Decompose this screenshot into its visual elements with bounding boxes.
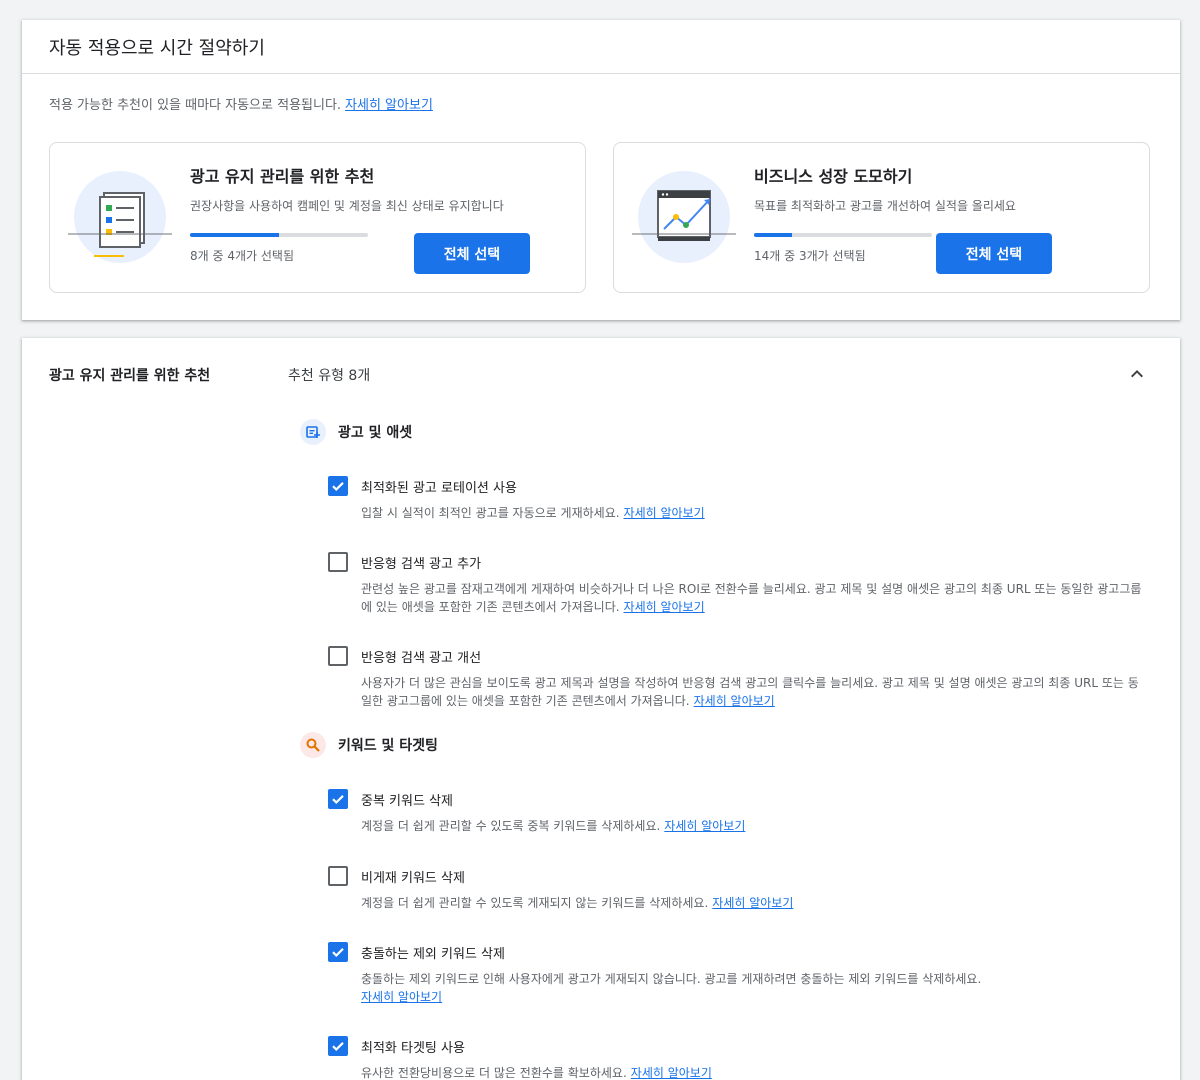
progress-fill [190, 233, 279, 237]
recommendation-checkbox[interactable] [328, 789, 348, 809]
page-title: 자동 적용으로 시간 절약하기 [49, 37, 265, 59]
checkmark-icon [332, 482, 344, 492]
recommendation-description: 계정을 더 쉽게 관리할 수 있도록 게재되지 않는 키워드를 삭제하세요. 자세… [361, 894, 1148, 912]
recommendation-description: 관련성 높은 광고를 잠재고객에게 게재하여 비슷하거나 더 나은 ROI로 전… [361, 580, 1148, 616]
learn-more-link[interactable]: 자세히 알아보기 [694, 694, 775, 708]
select-all-button[interactable]: 전체 선택 [414, 233, 530, 274]
subtitle-text: 적용 가능한 추천이 있을 때마다 자동으로 적용됩니다. [49, 98, 342, 113]
selection-progress-bar [190, 233, 368, 237]
recommendation-title: 충돌하는 제외 키워드 삭제 [361, 946, 505, 962]
recommendation-title: 중복 키워드 삭제 [361, 793, 453, 809]
progress-fill [754, 233, 793, 237]
description-text: 계정을 더 쉽게 관리할 수 있도록 중복 키워드를 삭제하세요. [361, 819, 661, 833]
description-text: 계정을 더 쉽게 관리할 수 있도록 게재되지 않는 키워드를 삭제하세요. [361, 896, 709, 910]
recommendation-description: 계정을 더 쉽게 관리할 수 있도록 중복 키워드를 삭제하세요. 자세히 알아보… [361, 817, 1148, 835]
group-header-keywords-targeting: 키워드 및 타겟팅 [300, 732, 438, 758]
recommendation-title: 최적화된 광고 로테이션 사용 [361, 480, 517, 496]
recommendation-checkbox[interactable] [328, 866, 348, 886]
checklist-illustration-icon [68, 171, 172, 263]
rec-card-description: 권장사항을 사용하여 캠페인 및 계정을 최신 상태로 유지합니다 [190, 199, 504, 213]
recommendation-checkbox[interactable] [328, 552, 348, 572]
recommendation-item: 반응형 검색 광고 개선 사용자가 더 많은 관심을 보이도록 광고 제목과 설… [328, 646, 1148, 710]
learn-more-link[interactable]: 자세히 알아보기 [624, 506, 705, 520]
recommendation-item: 충돌하는 제외 키워드 삭제 충돌하는 제외 키워드로 인해 사용자에게 광고가… [328, 942, 1148, 1006]
description-text: 충돌하는 제외 키워드로 인해 사용자에게 광고가 게재되지 않습니다. 광고를… [361, 972, 982, 986]
auto-apply-subtitle: 적용 가능한 추천이 있을 때마다 자동으로 적용됩니다. 자세히 알아보기 [49, 94, 433, 113]
learn-more-link[interactable]: 자세히 알아보기 [361, 990, 442, 1004]
checkmark-icon [332, 795, 344, 805]
learn-more-link[interactable]: 자세히 알아보기 [631, 1066, 712, 1080]
section-title: 광고 유지 관리를 위한 추천 [49, 368, 211, 384]
maintenance-recommendation-card: 광고 유지 관리를 위한 추천 권장사항을 사용하여 캠페인 및 계정을 최신 … [49, 142, 586, 293]
growth-chart-illustration-icon [632, 171, 736, 263]
recommendation-title: 최적화 타겟팅 사용 [361, 1040, 465, 1056]
recommendation-item: 비게재 키워드 삭제 계정을 더 쉽게 관리할 수 있도록 게재되지 않는 키워… [328, 866, 1148, 912]
learn-more-link[interactable]: 자세히 알아보기 [624, 600, 705, 614]
recommendation-description: 충돌하는 제외 키워드로 인해 사용자에게 광고가 게재되지 않습니다. 광고를… [361, 970, 1148, 1006]
recommendation-description: 입찰 시 실적이 최적인 광고를 자동으로 게재하세요. 자세히 알아보기 [361, 504, 1148, 522]
chevron-up-icon[interactable] [1125, 362, 1149, 386]
recommendation-item: 최적화 타겟팅 사용 유사한 전환당비용으로 더 많은 전환수를 확보하세요. 자… [328, 1036, 1148, 1080]
group-header-ads-assets: 광고 및 애셋 [300, 419, 412, 445]
rec-card-description: 목표를 최적화하고 광고를 개선하여 실적을 올리세요 [754, 199, 1016, 213]
select-all-button[interactable]: 전체 선택 [936, 233, 1052, 274]
checkmark-icon [332, 1042, 344, 1052]
description-text: 관련성 높은 광고를 잠재고객에게 게재하여 비슷하거나 더 나은 ROI로 전… [361, 582, 1142, 614]
selection-count-text: 8개 중 4개가 선택됨 [190, 249, 294, 263]
recommendation-checkbox[interactable] [328, 1036, 348, 1056]
card-header: 자동 적용으로 시간 절약하기 [22, 20, 1180, 74]
selection-progress-bar [754, 233, 932, 237]
auto-apply-card: 자동 적용으로 시간 절약하기 적용 가능한 추천이 있을 때마다 자동으로 적… [22, 20, 1180, 320]
description-text: 입찰 시 실적이 최적인 광고를 자동으로 게재하세요. [361, 506, 620, 520]
checkmark-icon [332, 948, 344, 958]
recommendation-item: 반응형 검색 광고 추가 관련성 높은 광고를 잠재고객에게 게재하여 비슷하거… [328, 552, 1148, 616]
rec-card-title: 광고 유지 관리를 위한 추천 [190, 167, 375, 186]
recommendation-title: 반응형 검색 광고 추가 [361, 556, 482, 572]
ad-asset-icon [300, 419, 326, 445]
recommendation-type-count: 추천 유형 8개 [288, 368, 371, 384]
recommendation-item: 중복 키워드 삭제 계정을 더 쉽게 관리할 수 있도록 중복 키워드를 삭제하… [328, 789, 1148, 835]
selection-count-text: 14개 중 3개가 선택됨 [754, 249, 866, 263]
group-label: 키워드 및 타겟팅 [338, 738, 438, 754]
recommendation-description: 사용자가 더 많은 관심을 보이도록 광고 제목과 설명을 작성하여 반응형 검… [361, 674, 1148, 710]
illustration-baseline [632, 233, 736, 235]
recommendation-item: 최적화된 광고 로테이션 사용 입찰 시 실적이 최적인 광고를 자동으로 게재… [328, 476, 1148, 522]
search-icon [300, 732, 326, 758]
learn-more-link[interactable]: 자세히 알아보기 [664, 819, 745, 833]
rec-card-title: 비즈니스 성장 도모하기 [754, 167, 913, 186]
maintenance-recommendations-section: 광고 유지 관리를 위한 추천 추천 유형 8개 광고 및 애셋 최적화된 광고… [22, 338, 1180, 1080]
recommendation-checkbox[interactable] [328, 942, 348, 962]
learn-more-link[interactable]: 자세히 알아보기 [712, 896, 793, 910]
growth-recommendation-card: 비즈니스 성장 도모하기 목표를 최적화하고 광고를 개선하여 실적을 올리세요… [613, 142, 1150, 293]
description-text: 유사한 전환당비용으로 더 많은 전환수를 확보하세요. [361, 1066, 627, 1080]
recommendation-description: 유사한 전환당비용으로 더 많은 전환수를 확보하세요. 자세히 알아보기 [361, 1064, 1148, 1080]
learn-more-link[interactable]: 자세히 알아보기 [345, 98, 433, 113]
recommendation-title: 비게재 키워드 삭제 [361, 870, 465, 886]
group-label: 광고 및 애셋 [338, 425, 413, 441]
recommendation-title: 반응형 검색 광고 개선 [361, 650, 482, 666]
recommendation-checkbox[interactable] [328, 476, 348, 496]
recommendation-checkbox[interactable] [328, 646, 348, 666]
illustration-baseline [68, 233, 172, 235]
